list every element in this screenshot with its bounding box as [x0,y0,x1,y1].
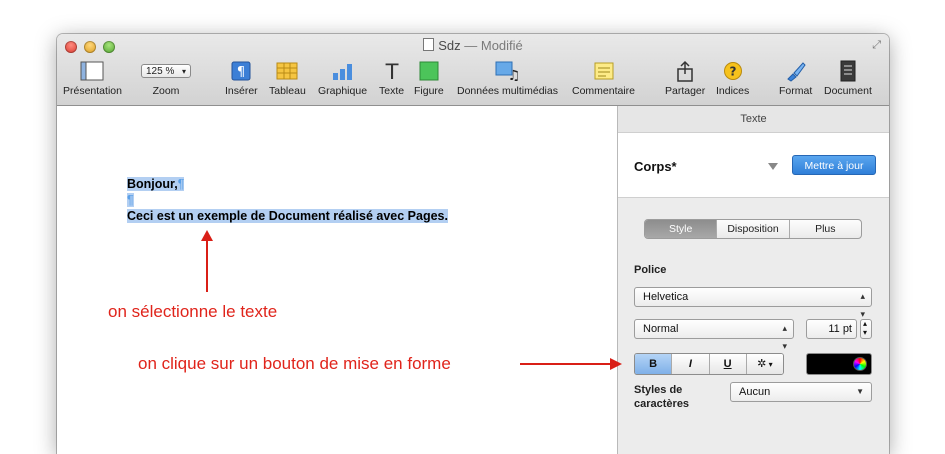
annotation-select-text: on sélectionne le texte [108,302,278,321]
annotation-click-button: on clique sur un bouton de mise en forme [138,354,451,373]
arrow-right-annotation [520,358,622,370]
arrow-up-annotation [201,230,213,292]
